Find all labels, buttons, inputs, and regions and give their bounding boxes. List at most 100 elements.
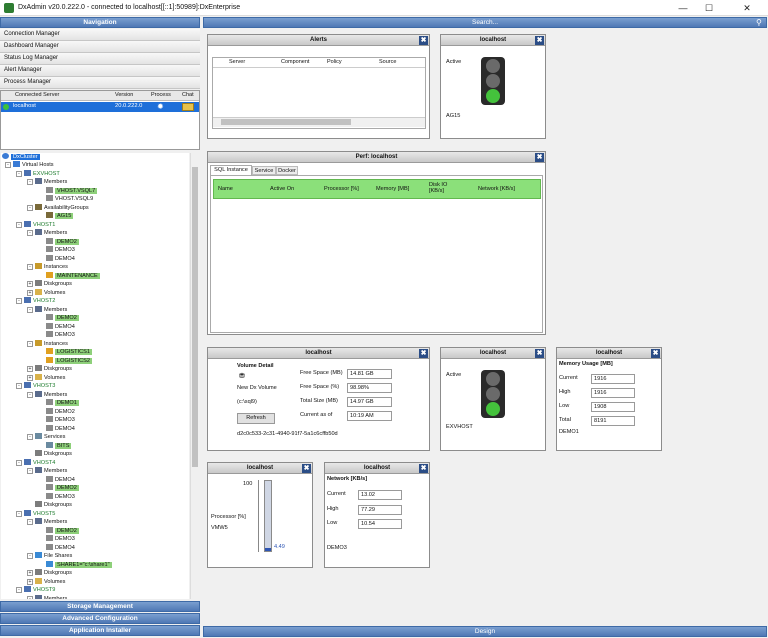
scrollbar-thumb[interactable] [192,167,198,467]
tree-node[interactable]: - Instances [27,339,68,348]
close-network-button[interactable]: ✖ [419,464,428,473]
col-version[interactable]: Version [115,92,133,98]
col-memory[interactable]: Memory [MB] [376,186,409,192]
collapse-icon[interactable]: - [27,179,33,185]
tree-node[interactable]: VHOST.VSQL9 [38,195,93,203]
col-source[interactable]: Source [379,59,396,65]
tree-node[interactable]: - VHOST5 [16,509,55,518]
col-policy[interactable]: Policy [327,59,342,65]
tree-node[interactable]: - Members [27,467,67,475]
tree-node[interactable]: AG15 [38,212,74,220]
tree-node[interactable]: DEMO3 [38,416,75,424]
search-icon[interactable]: ⚲ [756,18,762,27]
tree-node[interactable]: DEMO3 [38,331,75,339]
tree-node[interactable]: - Members [27,390,67,399]
col-process[interactable]: Process [151,92,171,98]
tree-node[interactable]: MAINTENANCE [38,271,100,280]
maximize-icon[interactable]: ☐ [698,1,720,15]
expand-icon[interactable]: + [27,578,33,585]
nav-storage-management[interactable]: Storage Management [0,601,200,612]
tree-node[interactable]: + Diskgroups [27,569,72,577]
tree-scrollbar[interactable] [190,153,198,599]
tree-node[interactable]: DEMO4 [38,543,75,552]
alerts-hscrollbar[interactable] [213,117,425,127]
collapse-icon[interactable]: - [27,306,33,313]
gear-icon[interactable]: ✹ [157,102,164,111]
tab-docker[interactable]: Docker [276,166,298,175]
scrollbar-thumb[interactable] [221,119,351,125]
tree-node[interactable]: DEMO4 [38,475,75,484]
tree-node[interactable]: DEMO2 [38,314,79,322]
search-bar[interactable]: Search... [203,17,767,28]
collapse-icon[interactable]: - [27,264,33,270]
collapse-icon[interactable]: - [16,383,22,389]
col-chat[interactable]: Chat [182,92,194,98]
collapse-icon[interactable]: - [16,170,22,177]
nav-process-manager[interactable]: Process Manager [0,77,200,89]
tree-node[interactable]: DEMO3 [38,492,75,501]
col-connected-server[interactable]: Connected Server [15,92,59,98]
expand-icon[interactable]: + [27,281,33,287]
tree-node[interactable]: - EXVHOST [16,169,60,178]
tree-node[interactable]: - Members [27,594,67,599]
nav-status-log-manager[interactable]: Status Log Manager [0,53,200,65]
tree-root[interactable]: DxCluster [2,153,40,161]
minimize-icon[interactable]: — [672,1,694,15]
nav-alert-manager[interactable]: Alert Manager [0,65,200,77]
collapse-icon[interactable]: - [27,434,33,440]
nav-advanced-configuration[interactable]: Advanced Configuration [0,613,200,624]
collapse-icon[interactable]: - [27,230,33,236]
col-active-on[interactable]: Active On [270,186,294,192]
tree-node[interactable]: DEMO3 [38,535,75,543]
col-processor[interactable]: Processor [%] [324,186,359,192]
collapse-icon[interactable]: - [16,298,22,304]
collapse-icon[interactable]: - [27,204,33,211]
refresh-button[interactable]: Refresh [237,413,275,424]
expand-icon[interactable]: + [27,374,33,381]
tree-node[interactable]: DEMO2 [38,484,79,492]
close-perf-button[interactable]: ✖ [535,153,544,162]
expand-icon[interactable]: + [27,289,33,296]
collapse-icon[interactable]: - [16,459,22,466]
close-alerts-button[interactable]: ✖ [419,36,428,45]
chat-icon[interactable] [182,103,194,111]
close-processor-button[interactable]: ✖ [302,464,311,473]
tab-sql-instance[interactable]: SQL Instance [210,165,252,175]
tree-node[interactable]: - Members [27,229,67,237]
close-memory-button[interactable]: ✖ [651,349,660,358]
nav-dashboard-manager[interactable]: Dashboard Manager [0,41,200,53]
tree-node[interactable]: DEMO4 [38,254,75,263]
tree-node[interactable]: LOGISTICS1 [38,348,92,356]
tree-node[interactable]: - VHOST3 [16,382,55,390]
tab-service[interactable]: Service [252,166,276,175]
tree-node[interactable]: SHARE1="c:\share1" [38,560,112,569]
tree-node[interactable]: - VHOST9 [16,586,55,594]
tree-node[interactable]: - Members [27,305,67,314]
col-server[interactable]: Server [229,59,245,65]
tree-node[interactable]: - VHOST1 [16,220,55,229]
tree-node[interactable]: DEMO4 [38,424,75,433]
expand-icon[interactable]: + [27,366,33,372]
tree-node[interactable]: + Diskgroups [27,365,72,373]
tree-node[interactable]: Diskgroups [27,450,72,458]
collapse-icon[interactable]: - [27,391,33,398]
col-network[interactable]: Network [KB/s] [478,186,515,192]
collapse-icon[interactable]: - [16,221,22,228]
close-status-button[interactable]: ✖ [535,349,544,358]
nav-connection-manager[interactable]: Connection Manager [0,29,200,41]
tree-node[interactable]: - VHOST2 [16,297,55,305]
collapse-icon[interactable]: - [27,519,33,525]
tree-node[interactable]: DEMO2 [38,237,79,246]
collapse-icon[interactable]: - [27,468,33,474]
tree-node[interactable]: VHOST.VSQL7 [38,186,98,195]
collapse-icon[interactable]: - [27,595,33,599]
close-status-button[interactable]: ✖ [535,36,544,45]
nav-application-installer[interactable]: Application Installer [0,625,200,636]
col-disk-io[interactable]: Disk IO [KB/s] [429,182,451,194]
tree-node[interactable]: + Diskgroups [27,280,72,288]
collapse-icon[interactable]: - [5,162,11,168]
expand-icon[interactable]: + [27,570,33,576]
tree-node[interactable]: + Volumes [27,288,65,297]
collapse-icon[interactable]: - [16,587,22,593]
collapse-icon[interactable]: - [27,340,33,347]
